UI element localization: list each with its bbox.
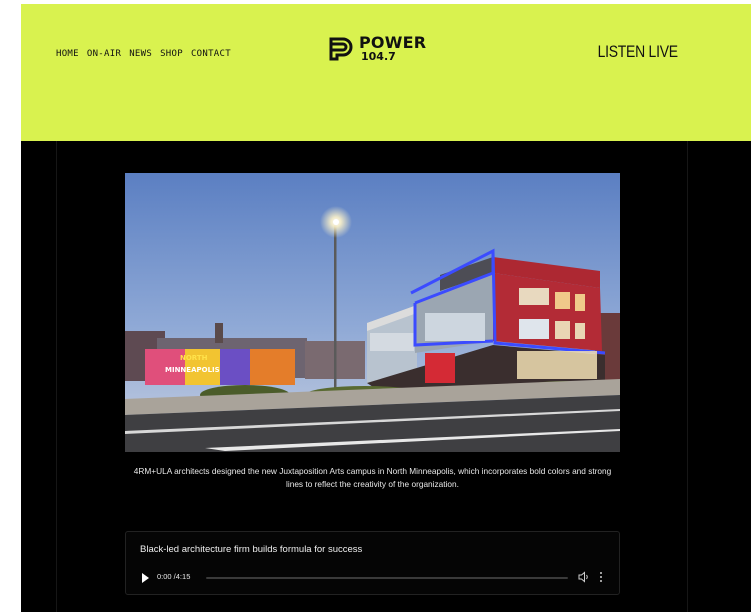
station-logo[interactable]: POWER 104.7 <box>328 34 426 62</box>
mural-text-minneapolis: MINNEAPOLIS <box>165 366 220 374</box>
main-nav: HOME ON-AIR NEWS SHOP CONTACT <box>56 49 231 59</box>
nav-on-air[interactable]: ON-AIR <box>87 49 121 59</box>
nav-contact[interactable]: CONTACT <box>191 49 231 59</box>
nav-shop[interactable]: SHOP <box>160 49 183 59</box>
photo-caption: 4RM+ULA architects designed the new Juxt… <box>133 466 612 489</box>
article-photo: NORTH MINNEAPOLIS <box>125 173 620 452</box>
nav-home[interactable]: HOME <box>56 49 79 59</box>
logo-mark-icon <box>329 37 353 61</box>
logo-frequency: 104.7 <box>361 49 396 63</box>
more-options-icon[interactable] <box>599 571 603 583</box>
audio-player: Black-led architecture firm builds formu… <box>125 531 620 595</box>
article-content: NORTH MINNEAPOLIS 4RM+ULA architects des… <box>21 141 751 612</box>
volume-icon[interactable] <box>578 571 590 583</box>
listen-live-button[interactable]: LISTEN LIVE <box>598 42 678 62</box>
audio-time: 0:00 /4:15 <box>157 572 191 581</box>
audio-progress-bar[interactable] <box>206 577 568 579</box>
audio-title: Black-led architecture firm builds formu… <box>140 544 363 555</box>
building-photo-illustration: NORTH MINNEAPOLIS <box>125 173 620 452</box>
right-rail <box>687 141 688 612</box>
play-icon[interactable] <box>142 573 149 583</box>
logo-title: POWER <box>359 32 427 52</box>
site-header: HOME ON-AIR NEWS SHOP CONTACT POWER 104.… <box>21 4 751 141</box>
page: HOME ON-AIR NEWS SHOP CONTACT POWER 104.… <box>0 0 755 612</box>
left-rail <box>56 141 57 612</box>
nav-news[interactable]: NEWS <box>129 49 152 59</box>
mural-text-north: NORTH <box>180 354 208 362</box>
